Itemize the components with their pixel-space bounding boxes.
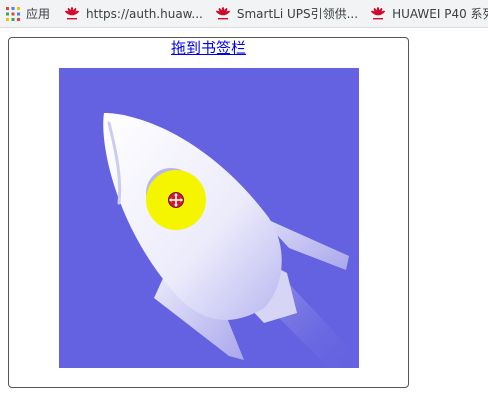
drag-to-bookmark-popup: 拖到书签栏 [8,37,409,388]
huawei-logo-icon [64,6,80,21]
drag-to-bookmarks-link[interactable]: 拖到书签栏 [9,38,408,58]
bookmark-huawei-auth[interactable]: https://auth.huaw... [64,6,203,21]
rocket-app-image[interactable] [59,68,359,368]
bookmark-smartli-ups[interactable]: SmartLi UPS引领供... [215,5,358,22]
bookmark-apps[interactable]: 应用 [6,5,50,22]
bookmark-label: HUAWEI P40 系列 [392,7,488,21]
rocket-icon [103,113,359,368]
bookmark-label: 应用 [26,7,51,21]
apps-grid-icon [6,6,20,21]
bookmark-label: SmartLi UPS引领供... [236,7,359,21]
huawei-logo-icon [370,6,386,21]
bookmarks-bar: 应用 https://auth.huaw... SmartLi UPS引领供..… [0,0,488,28]
huawei-logo-icon [215,6,231,21]
bookmark-label: https://auth.huaw... [86,6,203,21]
bookmark-huawei-p40[interactable]: HUAWEI P40 系列 [370,5,488,22]
